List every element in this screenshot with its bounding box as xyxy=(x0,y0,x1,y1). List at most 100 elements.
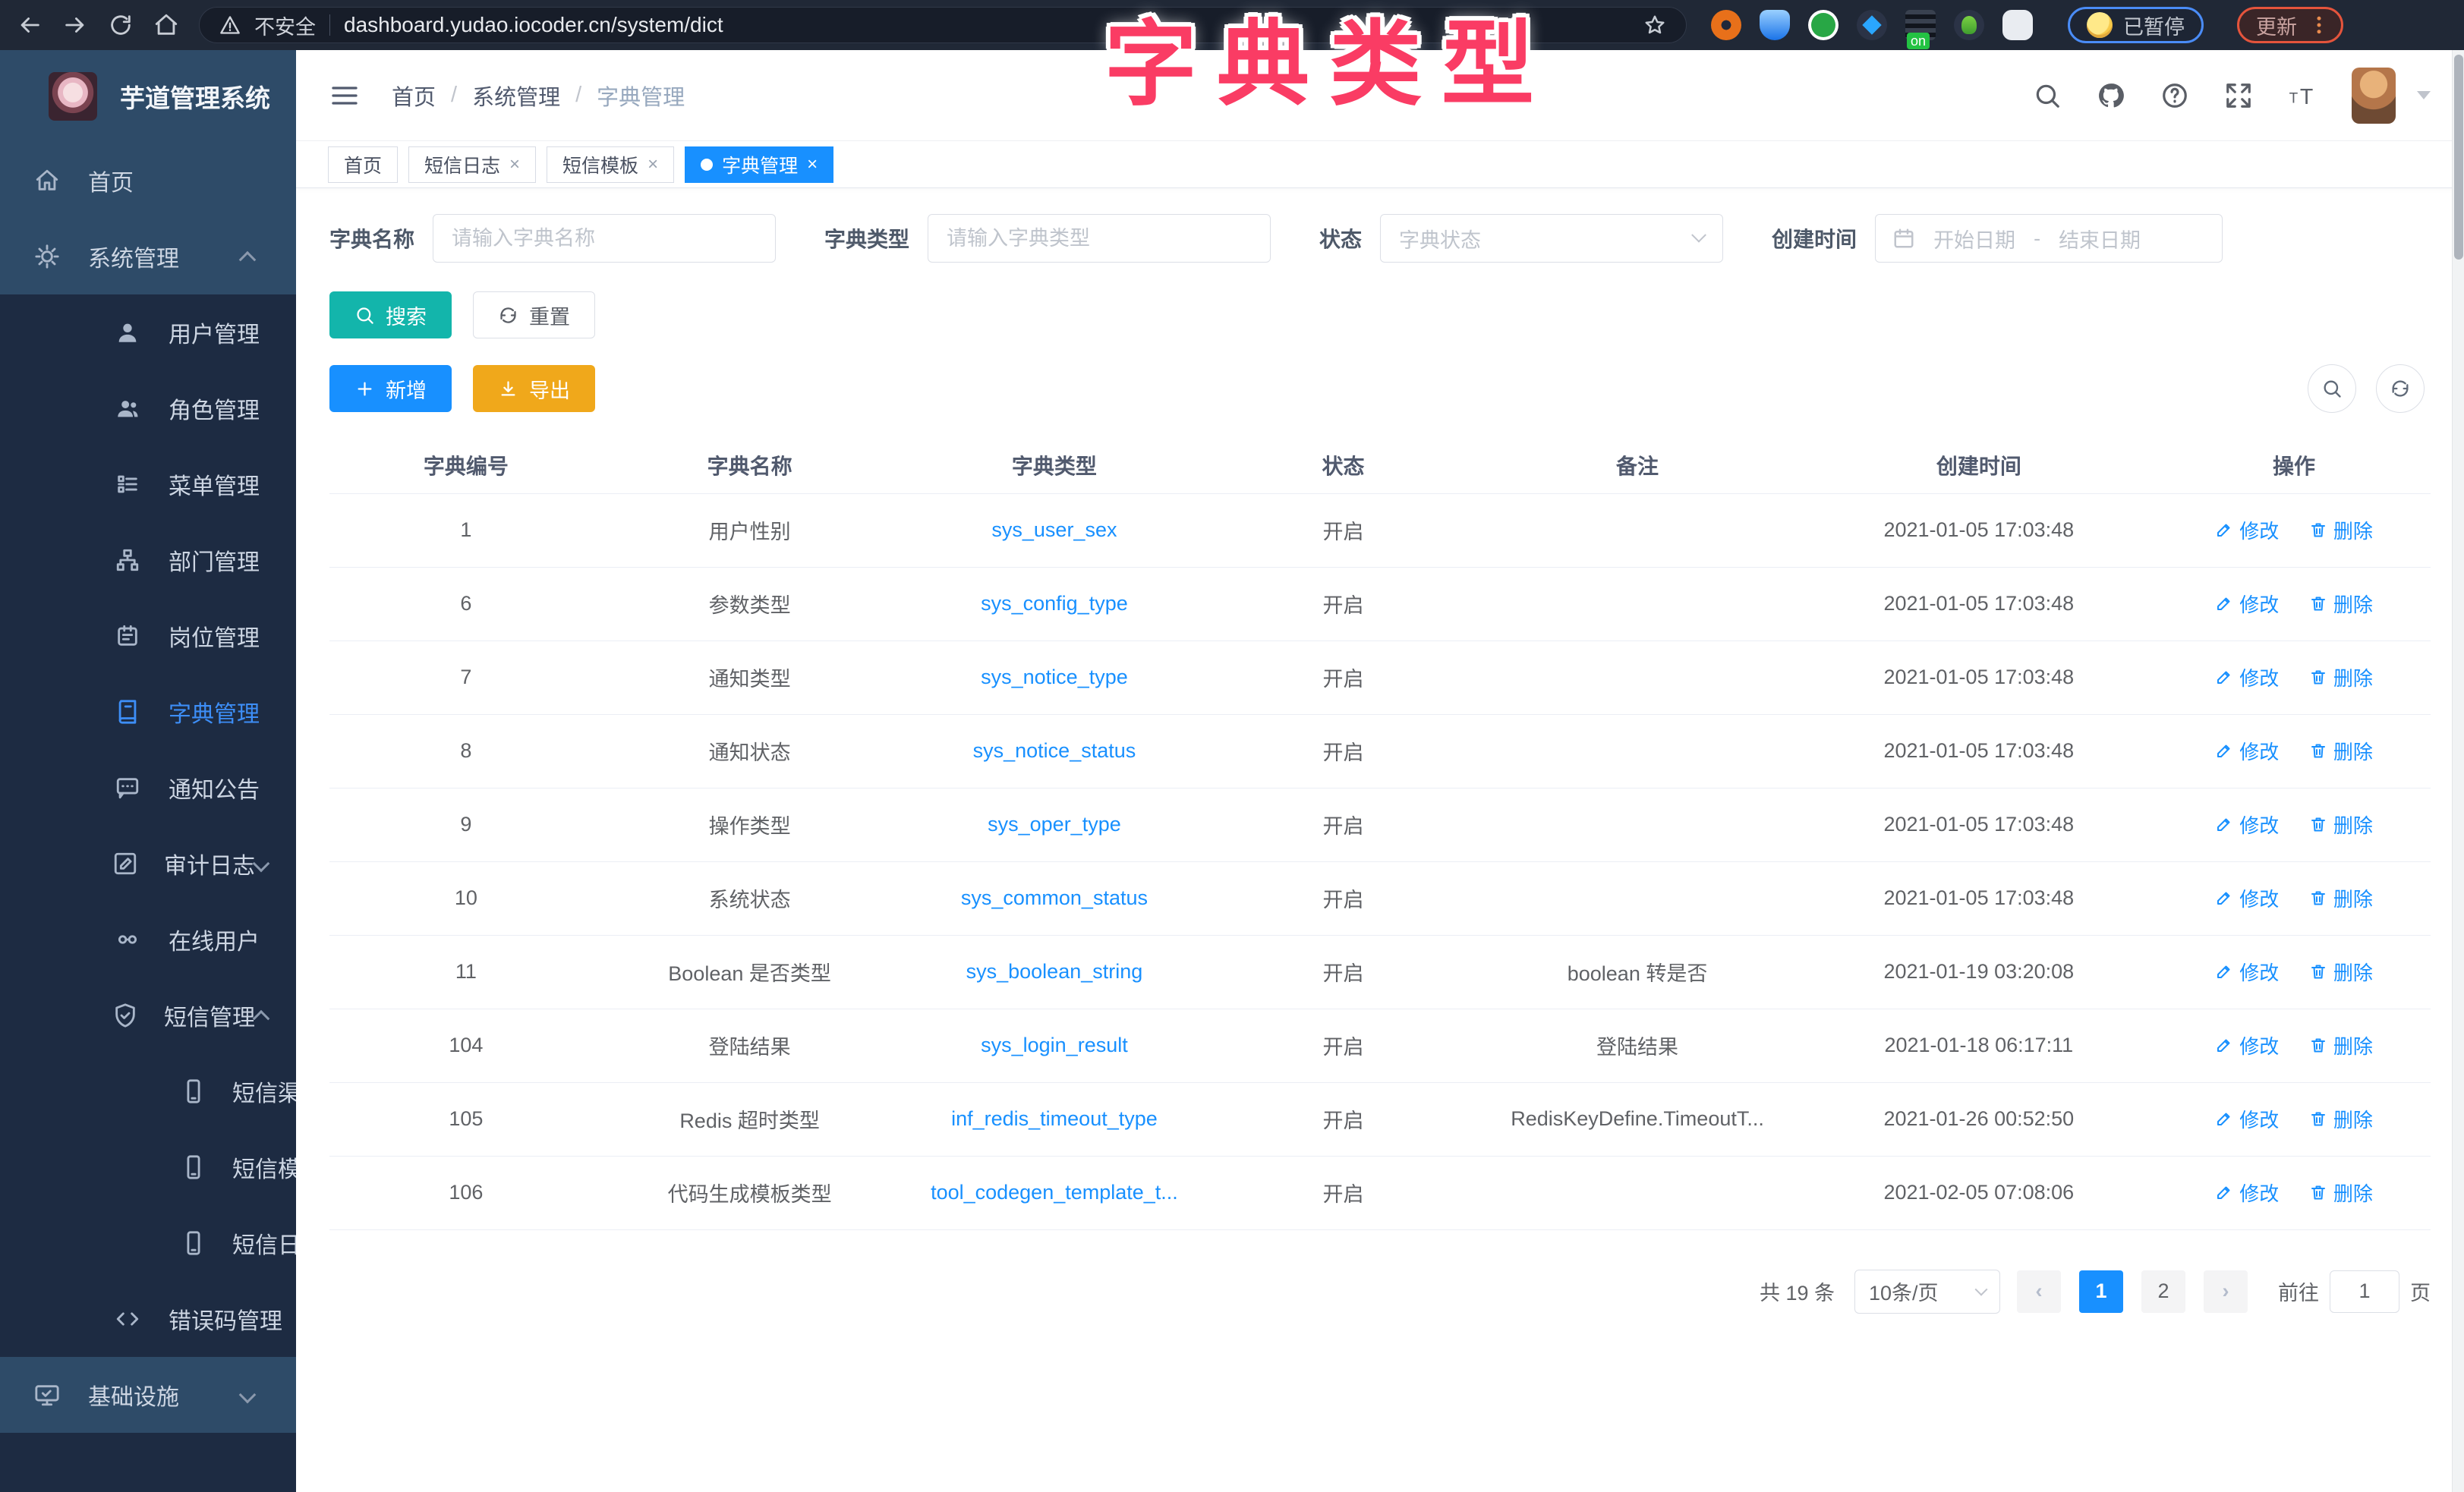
dots-vertical-icon[interactable] xyxy=(2308,14,2330,36)
delete-link[interactable]: 删除 xyxy=(2309,811,2373,839)
dict-type-link[interactable]: sys_login_result xyxy=(981,1034,1128,1056)
dict-type-link[interactable]: sys_common_status xyxy=(961,886,1148,909)
sidebar-item[interactable]: 错误码管理 xyxy=(0,1281,296,1357)
status-select[interactable]: 字典状态 xyxy=(1380,214,1723,263)
sidebar-item[interactable]: 短信模板 xyxy=(0,1129,296,1205)
sidebar-item[interactable]: 审计日志 xyxy=(0,826,296,902)
extension-green-circle-icon[interactable] xyxy=(1808,10,1839,40)
edit-link[interactable]: 修改 xyxy=(2215,811,2279,839)
close-icon[interactable]: × xyxy=(509,156,520,174)
extensions-puzzle-icon[interactable] xyxy=(2002,10,2033,40)
edit-link[interactable]: 修改 xyxy=(2215,516,2279,544)
close-icon[interactable]: × xyxy=(648,156,658,174)
dict-type-link[interactable]: tool_codegen_template_t... xyxy=(931,1181,1178,1204)
sidebar-item[interactable]: 部门管理 xyxy=(0,522,296,598)
github-icon[interactable] xyxy=(2097,81,2125,110)
edit-link[interactable]: 修改 xyxy=(2215,958,2279,986)
delete-link[interactable]: 删除 xyxy=(2309,958,2373,986)
sidebar-item[interactable]: 岗位管理 xyxy=(0,598,296,674)
goto-page-input[interactable] xyxy=(2330,1270,2399,1313)
sidebar-item[interactable]: 字典管理 xyxy=(0,674,296,750)
dict-type-input[interactable] xyxy=(928,214,1271,263)
browser-update-button[interactable]: 更新 xyxy=(2237,7,2343,43)
browser-home-icon[interactable] xyxy=(153,12,179,38)
edit-link[interactable]: 修改 xyxy=(2215,1179,2279,1207)
scrollbar-thumb[interactable] xyxy=(2454,55,2463,260)
add-button[interactable]: 新增 xyxy=(329,365,452,412)
toggle-search-button[interactable] xyxy=(2308,364,2356,413)
scrollbar-track[interactable] xyxy=(2452,50,2464,1492)
fullscreen-icon[interactable] xyxy=(2224,81,2253,110)
extension-blue-icon[interactable] xyxy=(1760,10,1790,40)
extension-lines-icon[interactable]: on xyxy=(1905,10,1936,40)
sidebar-item[interactable]: 在线用户 xyxy=(0,902,296,977)
dict-name-input[interactable] xyxy=(433,214,776,263)
delete-link[interactable]: 删除 xyxy=(2309,1179,2373,1207)
prev-page-button[interactable]: ‹ xyxy=(2017,1270,2061,1313)
export-button[interactable]: 导出 xyxy=(473,365,595,412)
page-size-select[interactable]: 10条/页 xyxy=(1854,1270,2000,1314)
sidebar-item[interactable]: 短信渠道 xyxy=(0,1053,296,1129)
breadcrumb-system[interactable]: 系统管理 xyxy=(472,80,560,112)
sidebar-item[interactable]: 短信日志 xyxy=(0,1205,296,1281)
search-button[interactable]: 搜索 xyxy=(329,291,452,338)
sidebar-item[interactable]: 基础设施 xyxy=(0,1357,296,1433)
address-bar[interactable]: 不安全 dashboard.yudao.iocoder.cn/system/di… xyxy=(199,7,1687,43)
dict-type-link[interactable]: sys_notice_status xyxy=(973,739,1136,762)
delete-link[interactable]: 删除 xyxy=(2309,737,2373,765)
hamburger-icon[interactable] xyxy=(329,80,360,111)
sidebar-item[interactable]: 通知公告 xyxy=(0,750,296,826)
extension-orange-icon[interactable] xyxy=(1711,10,1741,40)
sidebar-item[interactable]: 首页 xyxy=(0,143,296,219)
sidebar-item[interactable]: 系统管理 xyxy=(0,219,296,294)
view-tab[interactable]: 首页 xyxy=(328,146,398,183)
caret-down-icon[interactable] xyxy=(2417,91,2431,99)
browser-forward-icon[interactable] xyxy=(62,12,88,38)
dict-type-link[interactable]: sys_user_sex xyxy=(991,518,1117,541)
refresh-table-button[interactable] xyxy=(2376,364,2425,413)
delete-link[interactable]: 删除 xyxy=(2309,884,2373,912)
dict-type-link[interactable]: sys_config_type xyxy=(981,592,1128,615)
edit-link[interactable]: 修改 xyxy=(2215,884,2279,912)
sidebar-item[interactable]: 菜单管理 xyxy=(0,446,296,522)
close-icon[interactable]: × xyxy=(807,156,818,174)
delete-link[interactable]: 删除 xyxy=(2309,516,2373,544)
delete-link[interactable]: 删除 xyxy=(2309,1031,2373,1059)
sidebar-item[interactable]: 用户管理 xyxy=(0,294,296,370)
edit-link[interactable]: 修改 xyxy=(2215,663,2279,691)
url-text[interactable]: dashboard.yudao.iocoder.cn/system/dict xyxy=(344,13,1630,37)
sidebar-item[interactable]: 短信管理 xyxy=(0,977,296,1053)
edit-link[interactable]: 修改 xyxy=(2215,590,2279,618)
view-tab[interactable]: 字典管理 × xyxy=(685,146,833,183)
delete-link[interactable]: 删除 xyxy=(2309,663,2373,691)
delete-link[interactable]: 删除 xyxy=(2309,590,2373,618)
view-tab[interactable]: 短信日志 × xyxy=(408,146,536,183)
create-time-range-picker[interactable]: 开始日期 - 结束日期 xyxy=(1875,214,2223,263)
browser-back-icon[interactable] xyxy=(17,12,43,38)
star-icon[interactable] xyxy=(1643,14,1666,36)
edit-link[interactable]: 修改 xyxy=(2215,737,2279,765)
edit-link[interactable]: 修改 xyxy=(2215,1105,2279,1133)
sidebar-item[interactable]: 角色管理 xyxy=(0,370,296,446)
security-chip-label[interactable]: 不安全 xyxy=(254,11,316,40)
reset-button[interactable]: 重置 xyxy=(473,291,595,338)
edit-link[interactable]: 修改 xyxy=(2215,1031,2279,1059)
search-icon[interactable] xyxy=(2033,81,2062,110)
delete-link[interactable]: 删除 xyxy=(2309,1105,2373,1133)
dict-type-link[interactable]: inf_redis_timeout_type xyxy=(951,1107,1158,1130)
next-page-button[interactable]: › xyxy=(2204,1270,2248,1313)
extension-plant-icon[interactable] xyxy=(1954,10,1984,40)
user-avatar[interactable] xyxy=(2352,68,2396,124)
fontsize-icon[interactable]: TT xyxy=(2288,81,2317,110)
dict-type-link[interactable]: sys_boolean_string xyxy=(966,960,1143,983)
page-number-button[interactable]: 1 xyxy=(2079,1270,2123,1313)
question-icon[interactable] xyxy=(2160,81,2189,110)
dict-type-link[interactable]: sys_oper_type xyxy=(988,813,1121,836)
page-number-button[interactable]: 2 xyxy=(2141,1270,2185,1313)
paused-extension-pill[interactable]: 已暂停 xyxy=(2068,7,2204,43)
dict-type-link[interactable]: sys_notice_type xyxy=(981,666,1128,688)
breadcrumb-home[interactable]: 首页 xyxy=(392,80,436,112)
view-tab[interactable]: 短信模板 × xyxy=(547,146,674,183)
extension-diamond-icon[interactable] xyxy=(1857,10,1887,40)
browser-reload-icon[interactable] xyxy=(108,12,134,38)
